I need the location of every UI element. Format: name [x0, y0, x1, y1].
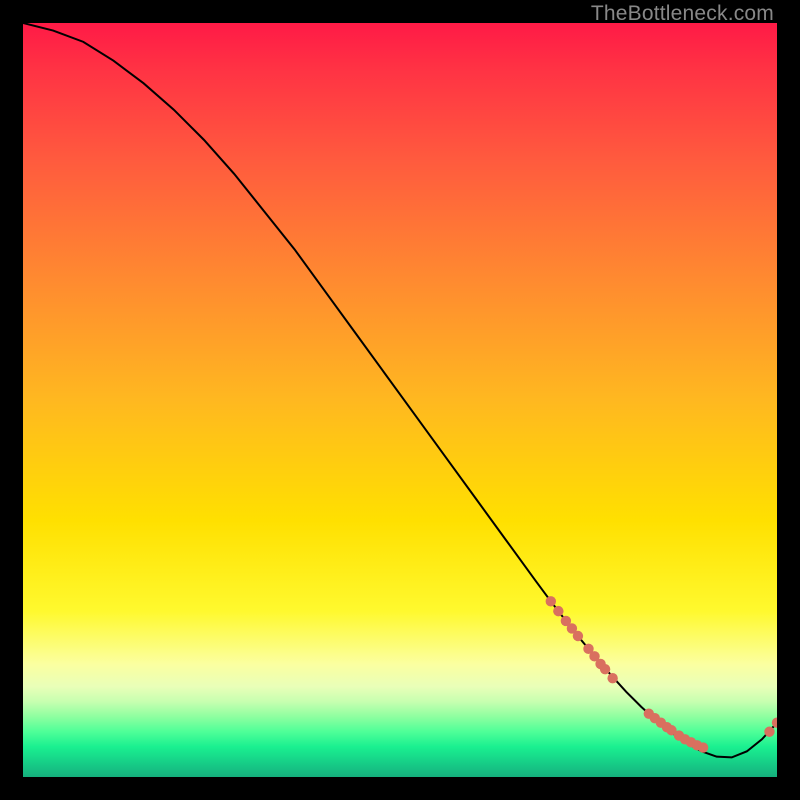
- curve-marker: [553, 606, 563, 616]
- bottleneck-curve: [23, 23, 777, 757]
- curve-marker: [764, 727, 774, 737]
- curve-marker: [600, 664, 610, 674]
- curve-marker: [546, 596, 556, 606]
- chart-stage: TheBottleneck.com: [0, 0, 800, 800]
- curve-marker: [573, 631, 583, 641]
- curve-marker: [607, 673, 617, 683]
- curve-markers: [546, 596, 777, 753]
- curve-svg: [23, 23, 777, 777]
- plot-area: [23, 23, 777, 777]
- curve-marker: [698, 742, 708, 752]
